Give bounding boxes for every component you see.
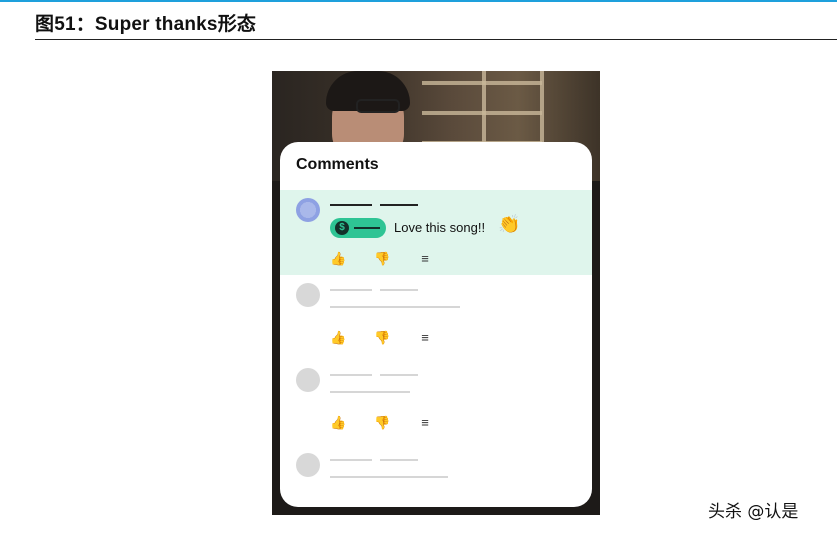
thumbs-down-icon[interactable]: 👎 — [374, 416, 390, 430]
reply-icon[interactable]: ≡ — [418, 252, 432, 266]
coin-icon: $ — [335, 221, 349, 235]
comment-placeholder — [280, 445, 592, 495]
comments-sheet: Comments $ Love this song!! 👏 👍 👎 ≡ 👍 👎 — [280, 142, 592, 507]
person-glasses — [356, 99, 400, 113]
clapping-hands-icon: 👏 — [498, 214, 521, 234]
thumbs-down-icon[interactable]: 👎 — [374, 331, 390, 345]
super-thanks-comment[interactable]: $ Love this song!! 👏 👍 👎 ≡ — [280, 190, 592, 275]
avatar — [296, 283, 320, 307]
timestamp-placeholder — [380, 204, 418, 206]
thumbs-up-icon[interactable]: 👍 — [330, 331, 346, 345]
figure-title: 图51：Super thanks形态 — [35, 14, 257, 35]
thumbs-down-icon[interactable]: 👎 — [374, 252, 390, 266]
username-placeholder — [330, 204, 372, 206]
amount-placeholder — [354, 227, 380, 229]
reply-icon[interactable]: ≡ — [418, 416, 432, 430]
thumbs-up-icon[interactable]: 👍 — [330, 252, 346, 266]
watermark: 头杀 @认是 — [708, 502, 799, 522]
avatar — [296, 453, 320, 477]
thumbs-up-icon[interactable]: 👍 — [330, 416, 346, 430]
avatar[interactable] — [296, 198, 320, 222]
comments-header: Comments — [296, 156, 379, 173]
phone-screenshot: Comments $ Love this song!! 👏 👍 👎 ≡ 👍 👎 — [272, 71, 600, 515]
comment-placeholder: 👍 👎 ≡ — [280, 360, 592, 445]
comment-placeholder: 👍 👎 ≡ — [280, 275, 592, 360]
reply-icon[interactable]: ≡ — [418, 331, 432, 345]
title-underline — [35, 39, 837, 40]
avatar — [296, 368, 320, 392]
super-thanks-badge: $ — [330, 218, 386, 238]
top-accent-rule — [0, 0, 837, 2]
comment-text: Love this song!! — [394, 220, 486, 235]
